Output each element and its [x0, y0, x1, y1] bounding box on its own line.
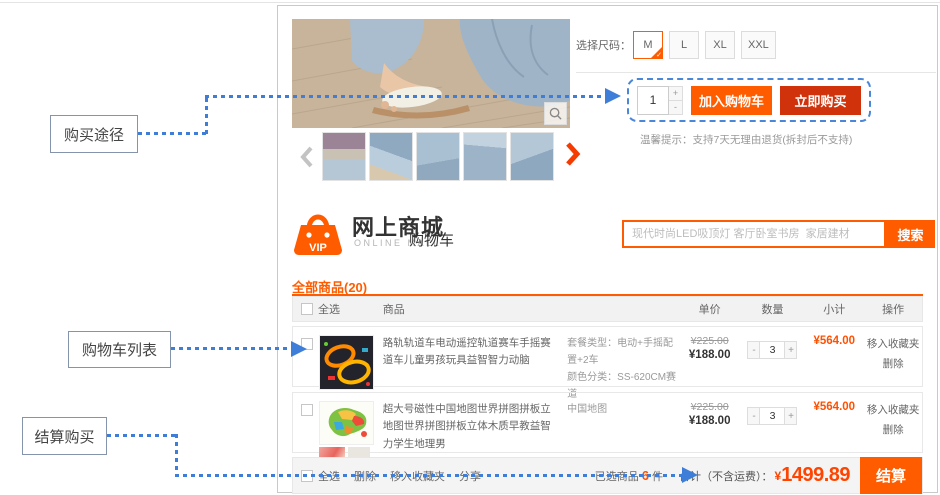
- product-specs: 中国地图: [567, 401, 679, 452]
- select-all-checkbox[interactable]: [301, 303, 313, 315]
- product-main-image[interactable]: [292, 19, 570, 128]
- row-actions: 移入收藏夹 删除: [864, 401, 922, 452]
- return-policy-tip: 温馨提示：支持7天无理由退货(拆封后不支持): [640, 132, 852, 147]
- annotation-label-checkout: 结算购买: [22, 417, 107, 455]
- annotation-line: [205, 95, 605, 98]
- size-option-m[interactable]: M ✓: [633, 31, 663, 59]
- size-options: M ✓ L XL XXL: [633, 31, 776, 59]
- thumbnail-2[interactable]: [369, 132, 413, 181]
- row-quantity-stepper: - +: [747, 407, 797, 425]
- annotation-label-cart-list: 购物车列表: [68, 331, 171, 368]
- thumbnail-3[interactable]: [416, 132, 460, 181]
- cart-table-header: 全选 商品 单价 数量 小计 操作: [292, 296, 923, 322]
- check-icon: ✓: [656, 51, 662, 59]
- column-product: 商品: [383, 301, 567, 317]
- breadcrumb-cart: 购物车: [409, 229, 454, 250]
- subtotal-cell: ¥564.00: [804, 401, 864, 452]
- unit-price-cell: ¥225.00 ¥188.00: [679, 335, 741, 386]
- move-to-favorites-link[interactable]: 移入收藏夹: [864, 335, 922, 355]
- annotation-line: [107, 434, 177, 437]
- row-quantity-input[interactable]: [760, 341, 784, 359]
- quantity-input[interactable]: [637, 86, 669, 115]
- original-price: ¥225.00: [679, 401, 741, 413]
- column-subtotal: 小计: [804, 301, 864, 317]
- product-specs: 套餐类型：电动+手摇配置+2车 颜色分类：SS-620CM赛道: [567, 335, 679, 386]
- size-option-label: XXL: [748, 39, 769, 51]
- size-option-l[interactable]: L: [669, 31, 699, 59]
- annotation-line: [171, 347, 291, 350]
- product-photo-illustration: [292, 19, 570, 128]
- thumbnail-strip: [322, 132, 554, 181]
- image-zoom-icon[interactable]: [544, 102, 567, 125]
- annotation-line: [138, 132, 206, 135]
- thumbnails-prev-icon[interactable]: [298, 145, 314, 174]
- row-quantity-input[interactable]: [760, 407, 784, 425]
- size-option-label: L: [681, 39, 687, 51]
- total-value: 1499.89: [781, 464, 850, 487]
- decrease-button[interactable]: -: [747, 341, 760, 359]
- product-thumbnail-track-toy[interactable]: [319, 335, 374, 390]
- annotation-line: [175, 474, 682, 477]
- size-option-xxl[interactable]: XXL: [741, 31, 776, 59]
- delete-link[interactable]: 删除: [864, 355, 922, 375]
- delete-link[interactable]: 删除: [864, 421, 922, 441]
- product-title[interactable]: 超大号磁性中国地图世界拼图拼板立地图世界拼图拼板立体木质早教益智力学生地理男: [383, 401, 567, 452]
- current-price: ¥188.00: [679, 349, 741, 361]
- cart-row-china-map: 超大号磁性中国地图世界拼图拼板立地图世界拼图拼板立体木质早教益智力学生地理男 中…: [292, 392, 923, 453]
- size-option-label: XL: [713, 39, 726, 51]
- thumbnails-next-icon[interactable]: [564, 141, 581, 172]
- current-price: ¥188.00: [679, 415, 741, 427]
- section-divider: [576, 72, 936, 73]
- quantity-increase-button[interactable]: +: [669, 86, 683, 100]
- thumbnail-5[interactable]: [510, 132, 554, 181]
- size-label: 选择尺码：: [576, 37, 631, 53]
- annotation-label-purchase-path: 购买途径: [50, 115, 138, 153]
- page: 选择尺码： M ✓ L XL XXL + - 加入购物车 立即购买 温馨提示：支: [0, 0, 940, 495]
- checkout-button[interactable]: 结算: [860, 457, 922, 494]
- column-unit-price: 单价: [679, 301, 741, 317]
- original-price: ¥225.00: [679, 335, 741, 347]
- shop-panel: 选择尺码： M ✓ L XL XXL + - 加入购物车 立即购买 温馨提示：支: [277, 5, 938, 493]
- search-input[interactable]: [622, 220, 886, 248]
- quantity-decrease-button[interactable]: -: [669, 100, 683, 115]
- cart-row-track-toy: 路轨轨道车电动遥控轨道赛车手摇赛道车儿童男孩玩具益智智力动脑 套餐类型：电动+手…: [292, 326, 923, 387]
- annotation-arrow-icon: [682, 467, 698, 483]
- product-thumbnail-china-map[interactable]: [319, 401, 374, 445]
- search-bar: 搜索: [622, 220, 935, 248]
- search-button[interactable]: 搜索: [886, 220, 935, 248]
- annotation-arrow-icon: [605, 88, 621, 104]
- top-divider: [0, 2, 940, 3]
- size-option-xl[interactable]: XL: [705, 31, 735, 59]
- product-title[interactable]: 路轨轨道车电动遥控轨道赛车手摇赛道车儿童男孩玩具益智智力动脑: [383, 335, 567, 386]
- subtotal-cell: ¥564.00: [804, 335, 864, 386]
- row-actions: 移入收藏夹 删除: [864, 335, 922, 386]
- row-quantity-stepper: - +: [747, 341, 797, 359]
- unit-price-cell: ¥225.00 ¥188.00: [679, 401, 741, 452]
- decrease-button[interactable]: -: [747, 407, 760, 425]
- annotation-arrow-icon: [291, 341, 307, 357]
- vip-text: VIP: [309, 242, 327, 254]
- mall-logo[interactable]: VIP: [292, 206, 344, 261]
- annotation-line: [175, 434, 178, 476]
- increase-button[interactable]: +: [784, 341, 797, 359]
- row-checkbox[interactable]: [301, 404, 313, 416]
- total-currency: ¥: [775, 469, 782, 483]
- add-to-cart-button[interactable]: 加入购物车: [691, 86, 772, 115]
- buy-now-button[interactable]: 立即购买: [780, 86, 861, 115]
- column-quantity: 数量: [741, 301, 805, 317]
- thumbnail-1[interactable]: [322, 132, 366, 181]
- column-actions: 操作: [864, 301, 922, 317]
- annotation-line: [205, 98, 208, 135]
- quantity-stepper: + -: [637, 86, 683, 115]
- thumbnail-4[interactable]: [463, 132, 507, 181]
- increase-button[interactable]: +: [784, 407, 797, 425]
- buy-action-group: + - 加入购物车 立即购买: [627, 78, 871, 122]
- move-to-favorites-link[interactable]: 移入收藏夹: [864, 401, 922, 421]
- select-all-label: 全选: [318, 301, 340, 317]
